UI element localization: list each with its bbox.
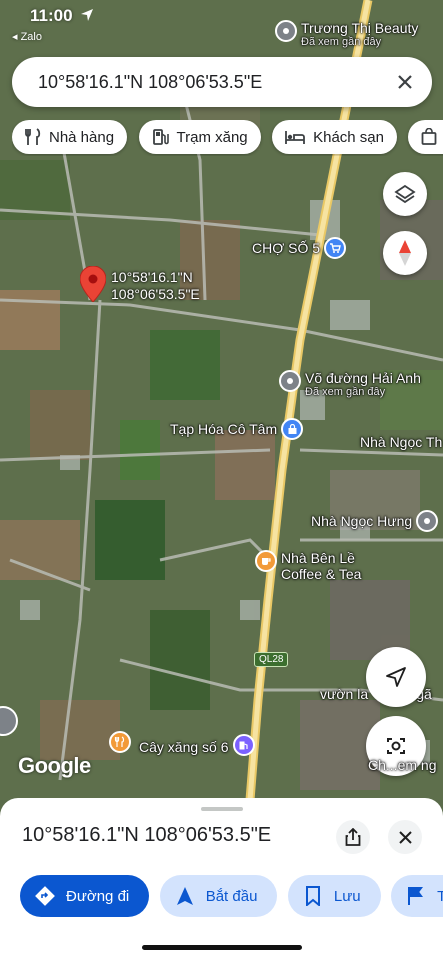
action-label: Đường đi — [66, 887, 130, 905]
share-button[interactable] — [336, 820, 370, 854]
navigation-arrow-icon — [174, 885, 196, 907]
my-location-button[interactable] — [366, 647, 426, 707]
camera-lens-icon — [387, 738, 405, 754]
start-button[interactable]: Bắt đầu — [159, 875, 278, 917]
search-bar[interactable]: 10°58'16.1"N 108°06'53.5"E — [12, 57, 432, 107]
label-button[interactable]: T — [391, 875, 443, 917]
action-label: Bắt đầu — [205, 887, 258, 905]
chip-gas-stations[interactable]: Trạm xăng — [138, 120, 261, 154]
fuel-pump-icon — [232, 734, 255, 756]
history-pin-icon — [279, 370, 301, 392]
place-nha-ngoc-th[interactable]: Nhà Ngọc Th — [360, 434, 442, 450]
fork-knife-poi-icon — [109, 731, 131, 753]
place-label-ch-em[interactable]: Ch...em ng — [368, 757, 436, 773]
dropped-pin-icon[interactable] — [80, 266, 106, 302]
shop-bag-icon — [281, 418, 304, 440]
close-icon — [398, 830, 412, 844]
home-indicator[interactable] — [142, 945, 302, 950]
layers-button[interactable] — [383, 172, 427, 216]
sheet-drag-handle[interactable] — [201, 807, 243, 811]
close-icon — [398, 75, 412, 89]
fork-knife-icon — [25, 128, 41, 145]
bed-icon — [285, 131, 306, 144]
save-button[interactable]: Lưu — [287, 875, 381, 917]
chip-restaurants[interactable]: Nhà hàng — [12, 120, 128, 154]
action-label: Lưu — [333, 887, 361, 905]
action-buttons: Đường đi Bắt đầu Lưu T — [20, 875, 443, 919]
place-name: vườn la — [320, 686, 369, 702]
place-sub: Coffee & Tea — [281, 566, 362, 583]
status-bar: 11:00 ◂ Zalo — [0, 0, 443, 48]
place-name: Võ đường Hải Anh — [305, 370, 421, 386]
chip-shopping[interactable]: Q — [408, 120, 443, 154]
place-name: Nhà Bên Lề — [281, 550, 355, 566]
close-sheet-button[interactable] — [388, 820, 422, 854]
search-query[interactable]: 10°58'16.1"N 108°06'53.5"E — [38, 72, 392, 93]
gas-station-icon — [152, 129, 169, 145]
chip-label: Khách sạn — [313, 128, 384, 146]
chip-label: Nhà hàng — [49, 128, 115, 146]
share-icon — [345, 828, 361, 846]
shopping-cart-icon — [324, 237, 347, 259]
bookmark-icon — [302, 885, 324, 907]
status-time: 11:00 — [30, 6, 94, 26]
location-arrow-icon — [81, 9, 94, 21]
history-pin-icon — [416, 510, 439, 532]
action-label: T — [437, 887, 443, 905]
place-name: Nhà Ngọc Hưng — [311, 513, 413, 529]
place-nha-ngoc-hung[interactable]: Nhà Ngọc Hưng — [311, 510, 439, 532]
chip-hotels[interactable]: Khách sạn — [272, 120, 397, 154]
back-to-app-link[interactable]: ◂ Zalo — [12, 30, 42, 43]
coffee-cup-icon — [255, 550, 277, 572]
place-name: CHỢ SỐ 5 — [252, 240, 321, 256]
directions-icon — [34, 885, 56, 907]
flag-icon — [405, 885, 427, 907]
category-chips: Nhà hàng Trạm xăng Khách sạn Q — [12, 120, 443, 156]
pin-coordinate-label: 10°58'16.1"N 108°06'53.5"E — [111, 269, 200, 302]
directions-button[interactable]: Đường đi — [20, 875, 150, 917]
place-name: Nhà Ngọc Th — [360, 434, 443, 450]
shopping-bag-icon — [422, 128, 437, 145]
route-badge: QL28 — [254, 652, 289, 667]
place-cho-so-5[interactable]: CHỢ SỐ 5 — [252, 237, 347, 259]
chip-label: Trạm xăng — [176, 128, 248, 146]
place-name: Tạp Hóa Cô Tâm — [170, 421, 278, 437]
place-sub: Đã xem gần đây — [305, 386, 386, 399]
place-nha-ben-le[interactable]: Nhà Bên Lề Coffee & Tea — [255, 550, 361, 582]
place-name: Cây xăng số 6 — [139, 739, 229, 755]
sheet-title: 10°58'16.1"N 108°06'53.5"E — [22, 824, 272, 846]
place-vo-duong-hai-anh[interactable]: Võ đường Hải Anh Đã xem gần đây — [279, 370, 421, 399]
navigation-arrow-icon — [386, 667, 406, 687]
place-tap-hoa-co-tam[interactable]: Tạp Hóa Cô Tâm — [170, 418, 304, 440]
clear-search-button[interactable] — [392, 69, 418, 95]
layers-icon — [394, 184, 416, 204]
compass-icon — [399, 240, 411, 266]
compass-button[interactable] — [383, 231, 427, 275]
place-cay-xang-so-6[interactable]: Cây xăng số 6 — [109, 731, 255, 756]
google-logo: Google — [18, 753, 91, 778]
